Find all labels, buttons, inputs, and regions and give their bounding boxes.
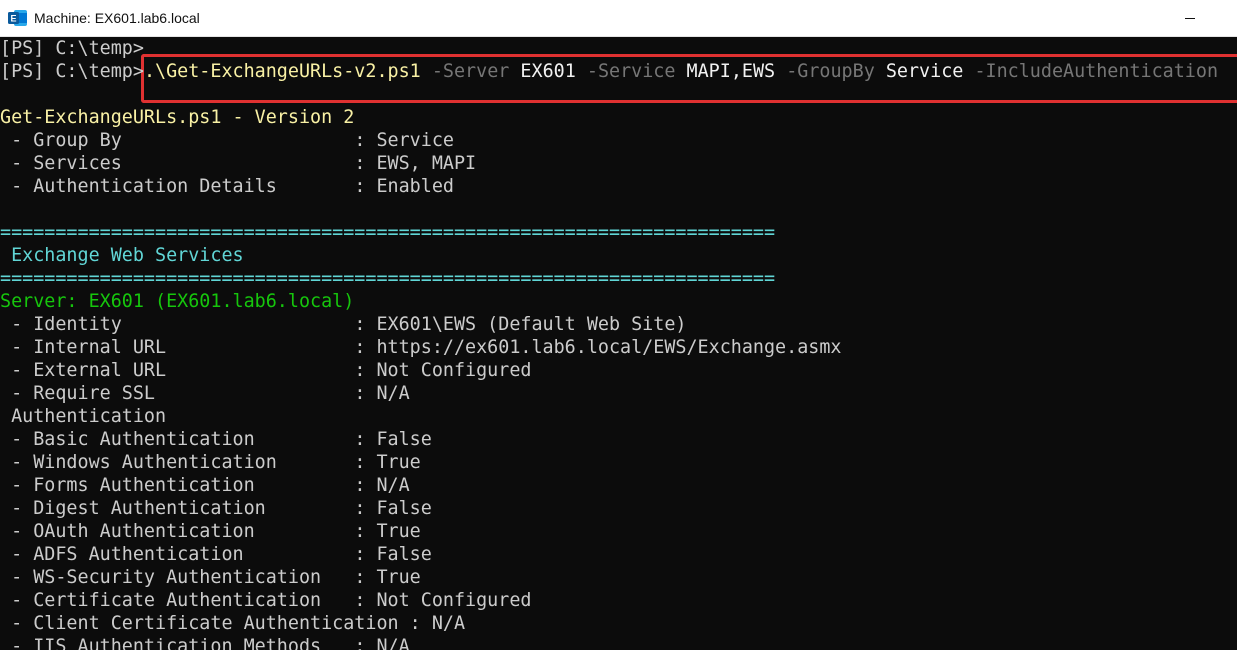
setting-row: - Services : EWS, MAPI [0, 153, 477, 174]
svg-text:E: E [10, 14, 16, 24]
value-groupby: Service [885, 61, 964, 82]
param-groupby: -GroupBy [786, 61, 875, 82]
server-line: Server: EX601 (EX601.lab6.local) [0, 291, 355, 312]
value-server: EX601 [520, 61, 576, 82]
prompt: [PS] C:\temp> [0, 38, 144, 59]
window-titlebar: E Machine: EX601.lab6.local [0, 0, 1237, 37]
auth-row: - WS-Security Authentication : True [0, 567, 421, 588]
auth-row: - IIS Authentication Methods : N/A [0, 636, 410, 650]
powershell-console[interactable]: [PS] C:\temp> [PS] C:\temp>.\Get-Exchang… [0, 37, 1237, 650]
exchange-app-icon: E [8, 9, 28, 27]
property-row: - External URL : Not Configured [0, 360, 532, 381]
auth-row: - Client Certificate Authentication : N/… [0, 613, 466, 634]
auth-row: - Basic Authentication : False [0, 429, 432, 450]
command-line[interactable]: [PS] C:\temp>.\Get-ExchangeURLs-v2.ps1 -… [0, 60, 1218, 83]
version-line: Get-ExchangeURLs.ps1 - Version 2 [0, 107, 355, 128]
auth-heading: Authentication [0, 406, 167, 427]
prompt: [PS] C:\temp> [0, 61, 144, 82]
window-title: Machine: EX601.lab6.local [34, 10, 200, 26]
auth-row: - Windows Authentication : True [0, 452, 421, 473]
separator-top: ========================================… [0, 222, 776, 243]
section-title: Exchange Web Services [0, 245, 244, 266]
auth-row: - OAuth Authentication : True [0, 521, 421, 542]
separator-bottom: ========================================… [0, 268, 776, 289]
prompt-line: [PS] C:\temp> [0, 37, 144, 60]
minimize-button[interactable] [1176, 4, 1204, 32]
setting-row: - Authentication Details : Enabled [0, 176, 454, 197]
auth-row: - Certificate Authentication : Not Confi… [0, 590, 532, 611]
param-server: -Server [431, 61, 510, 82]
auth-row: - Digest Authentication : False [0, 498, 432, 519]
property-row: - Internal URL : https://ex601.lab6.loca… [0, 337, 842, 358]
setting-row: - Group By : Service [0, 130, 454, 151]
value-service: MAPI,EWS [686, 61, 776, 82]
property-row: - Identity : EX601\EWS (Default Web Site… [0, 314, 687, 335]
command-script: .\Get-ExchangeURLs-v2.ps1 [143, 61, 421, 82]
param-service: -Service [586, 61, 676, 82]
property-row: - Require SSL : N/A [0, 383, 410, 404]
auth-row: - ADFS Authentication : False [0, 544, 432, 565]
param-include-auth: -IncludeAuthentication [974, 61, 1219, 82]
auth-row: - Forms Authentication : N/A [0, 475, 410, 496]
